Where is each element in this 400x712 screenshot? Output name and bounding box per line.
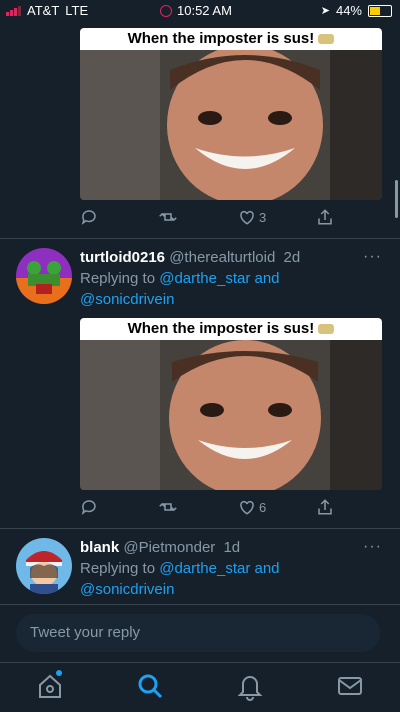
more-options-icon[interactable]: ··· [363, 538, 382, 556]
share-button[interactable] [316, 498, 334, 516]
reply-button[interactable] [80, 208, 98, 226]
location-icon: ➤ [320, 5, 330, 17]
meme-photo [80, 50, 382, 200]
tweet-actions: 3 [80, 208, 370, 230]
notifications-icon [237, 676, 263, 701]
time-label: 10:52 AM [177, 3, 232, 18]
tab-messages[interactable] [335, 671, 365, 701]
tab-bar [0, 662, 400, 712]
battery-icon [368, 4, 392, 17]
user-handle[interactable]: @therealturtloid [169, 249, 275, 266]
meme-photo [80, 340, 382, 490]
retweet-icon [159, 212, 177, 222]
tweet-time: 1d [223, 539, 241, 556]
mention-link[interactable]: @sonicdrivein [80, 291, 174, 308]
scrollbar[interactable] [395, 180, 398, 218]
retweet-button[interactable] [158, 208, 178, 226]
reply-input[interactable]: Tweet your reply [16, 614, 380, 652]
mention-link[interactable]: @darthe_star [159, 270, 250, 287]
battery-label: 44% [335, 3, 362, 18]
clock: 10:52 AM [160, 3, 232, 18]
replying-prefix: Replying to [80, 560, 156, 577]
share-icon [318, 209, 332, 225]
divider [0, 604, 400, 605]
signal-icon [6, 5, 21, 16]
reply-icon [81, 500, 96, 515]
alarm-icon [160, 4, 172, 17]
avatar-image [16, 248, 72, 304]
tweet-media[interactable]: When the imposter is sus! [80, 318, 382, 490]
tab-search[interactable] [135, 671, 165, 701]
tweet-time: 2d [283, 249, 301, 266]
tab-home[interactable] [35, 670, 65, 701]
reply-icon [81, 210, 96, 225]
like-count: 3 [259, 209, 267, 225]
conversation-thread[interactable]: When the imposter is sus! 3 turtloid0216… [0, 22, 400, 612]
share-icon [318, 499, 332, 515]
divider [0, 528, 400, 529]
replying-prefix: Replying to [80, 270, 156, 287]
status-bar: AT&T LTE 10:52 AM ➤ 44% [0, 0, 400, 22]
meme-caption: When the imposter is sus! [80, 28, 382, 50]
divider [0, 238, 400, 239]
mention-link[interactable]: @darthe_star [159, 560, 250, 577]
avatar-image [16, 538, 72, 594]
heart-icon [240, 500, 254, 515]
user-handle[interactable]: @Pietmonder [123, 539, 215, 556]
display-name[interactable]: turtloid0216 [80, 249, 165, 266]
avatar[interactable] [16, 538, 72, 594]
reply-placeholder: Tweet your reply [30, 624, 141, 641]
tweet-header: turtloid0216 @therealturtloid 2d [80, 249, 300, 266]
tweet-actions: 6 [80, 498, 370, 520]
carrier-label: AT&T [27, 3, 60, 18]
like-count: 6 [259, 499, 267, 515]
meme-caption: When the imposter is sus! [80, 318, 382, 340]
more-options-icon[interactable]: ··· [363, 248, 382, 266]
like-button[interactable]: 3 [238, 208, 266, 226]
tweet-header: blank @Pietmonder 1d [80, 539, 240, 556]
and-word: and [254, 560, 280, 577]
tweet-media[interactable]: When the imposter is sus! [80, 28, 382, 200]
search-icon [138, 674, 163, 699]
carrier-info: AT&T LTE [6, 3, 88, 18]
retweet-button[interactable] [158, 498, 178, 516]
display-name[interactable]: blank [80, 539, 119, 556]
network-label: LTE [65, 3, 89, 18]
status-right: ➤ 44% [321, 3, 392, 18]
messages-icon [338, 677, 362, 695]
avatar[interactable] [16, 248, 72, 304]
heart-icon [240, 210, 254, 225]
share-button[interactable] [316, 208, 334, 226]
like-button[interactable]: 6 [238, 498, 266, 516]
replying-to: Replying to @darthe_star and @sonicdrive… [80, 268, 280, 310]
tab-notifications[interactable] [235, 671, 265, 701]
reply-button[interactable] [80, 498, 98, 516]
retweet-icon [159, 502, 177, 512]
notification-dot [56, 670, 62, 676]
replying-to: Replying to @darthe_star and @sonicdrive… [80, 558, 280, 600]
and-word: and [254, 270, 280, 287]
mention-link[interactable]: @sonicdrivein [80, 581, 174, 598]
